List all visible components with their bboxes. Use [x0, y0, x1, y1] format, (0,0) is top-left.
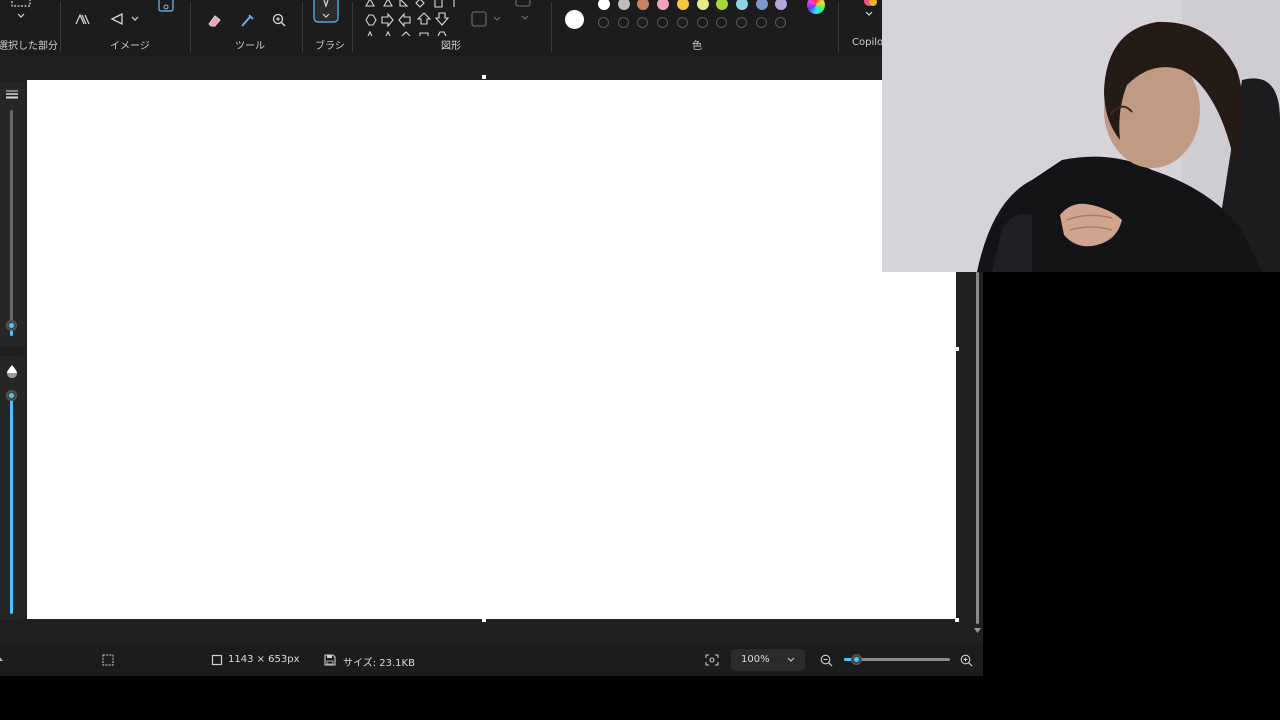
resize-image-icon[interactable]	[74, 12, 92, 26]
brush-selected-icon[interactable]	[313, 0, 339, 24]
group-label-shapes: 図形	[441, 41, 461, 52]
palette-color-swatch[interactable]	[676, 0, 689, 10]
edit-colors-rainbow-icon[interactable]	[807, 0, 825, 14]
group-label-tools: ツール	[235, 41, 265, 52]
group-label-selection: 選択した部分	[0, 41, 58, 52]
palette-color-swatch[interactable]	[598, 0, 610, 10]
palette-color-swatch[interactable]	[755, 0, 768, 10]
color-picker-icon[interactable]	[238, 12, 256, 28]
custom-color-empty-slot[interactable]	[696, 17, 708, 28]
copilot-logo-icon[interactable]	[858, 0, 878, 20]
brush-size-slider-thumb[interactable]	[6, 320, 17, 331]
custom-color-empty-slot[interactable]	[755, 17, 767, 28]
custom-color-empty-slot[interactable]	[735, 17, 747, 28]
scroll-down-arrow-icon[interactable]	[974, 628, 981, 633]
opacity-panel	[0, 356, 26, 620]
select-rectangle-icon[interactable]	[10, 0, 32, 8]
zoom-slider-thumb[interactable]	[851, 654, 863, 665]
webcam-person-image	[882, 0, 1280, 272]
zoom-level-value: 100%	[741, 654, 770, 665]
palette-color-swatch[interactable]	[637, 0, 650, 10]
palette-color-swatch[interactable]	[735, 0, 748, 10]
group-label-image: イメージ	[110, 41, 150, 52]
brush-settings-panel	[0, 80, 26, 620]
custom-color-empty-slot[interactable]	[657, 17, 669, 28]
stroke-size-icon	[5, 89, 19, 99]
separator	[352, 2, 353, 52]
palette-color-swatch[interactable]	[775, 0, 788, 10]
canvas-size-icon	[211, 654, 223, 666]
custom-color-empty-slot[interactable]	[775, 17, 787, 28]
workspace-top-gap	[0, 56, 983, 80]
separator	[190, 2, 191, 52]
custom-color-empty-slot[interactable]	[676, 17, 688, 28]
rotate-image-icon[interactable]	[108, 12, 126, 26]
fit-to-window-icon[interactable]	[705, 654, 719, 666]
opacity-slider-thumb[interactable]	[6, 390, 17, 401]
custom-color-empty-slot[interactable]	[716, 17, 728, 28]
primary-color-swatch[interactable]	[565, 10, 584, 29]
status-bar: 1143 × 653px サイズ: 23.1KB 100%	[0, 645, 983, 676]
group-label-brush: ブラシ	[315, 41, 345, 52]
magnifier-icon[interactable]	[271, 12, 289, 28]
canvas-resize-handle-right[interactable]	[955, 347, 959, 351]
file-size: サイズ: 23.1KB	[343, 658, 415, 669]
save-disk-icon	[324, 654, 336, 666]
canvas-resize-handle-corner[interactable]	[955, 618, 959, 622]
separator	[838, 2, 839, 52]
drawing-canvas[interactable]	[27, 80, 956, 619]
zoom-slider[interactable]	[844, 654, 950, 665]
opacity-drop-icon	[5, 364, 19, 378]
vertical-scrollbar[interactable]	[974, 272, 981, 633]
custom-color-empty-slot[interactable]	[617, 17, 629, 28]
custom-color-empty-slot[interactable]	[637, 17, 649, 28]
palette-color-swatch[interactable]	[716, 0, 729, 10]
shapes-gallery[interactable]	[362, 0, 458, 37]
paint-app-window: 選択した部分 イメージ ツール ブラシ 図形 色 Copilot 1143 × …	[0, 0, 983, 676]
group-label-colors: 色	[692, 41, 702, 52]
separator	[551, 2, 552, 52]
color-palette	[598, 0, 798, 30]
brush-size-panel	[0, 82, 26, 347]
shape-outline-fill-options[interactable]	[470, 0, 540, 30]
ribbon-toolbar: 選択した部分 イメージ ツール ブラシ 図形 色 Copilot	[0, 0, 983, 56]
canvas-resize-handle-top[interactable]	[482, 75, 486, 79]
zoom-out-icon[interactable]	[820, 654, 833, 667]
palette-color-swatch[interactable]	[696, 0, 709, 10]
separator	[60, 2, 61, 52]
selection-size-icon	[102, 654, 114, 666]
image-crop-icon[interactable]	[156, 0, 176, 14]
opacity-slider-track[interactable]	[10, 392, 13, 614]
palette-color-swatch[interactable]	[657, 0, 670, 10]
selection-dropdown-chevron-icon[interactable]	[16, 12, 26, 20]
custom-color-empty-slot[interactable]	[598, 17, 609, 28]
zoom-in-icon[interactable]	[960, 654, 973, 667]
eraser-icon[interactable]	[205, 12, 223, 28]
image-dropdown-chevron-icon[interactable]	[130, 15, 140, 23]
canvas-dimensions: 1143 × 653px	[228, 654, 300, 665]
scrollbar-thumb[interactable]	[976, 272, 979, 624]
canvas-resize-handle-bottom[interactable]	[482, 618, 486, 622]
separator	[302, 2, 303, 52]
brush-size-slider-track[interactable]	[10, 110, 13, 336]
cursor-position-icon	[0, 655, 4, 663]
webcam-overlay	[882, 0, 1280, 272]
zoom-chevron-down-icon	[786, 657, 796, 664]
palette-color-swatch[interactable]	[617, 0, 630, 10]
zoom-level-dropdown[interactable]: 100%	[731, 649, 805, 671]
